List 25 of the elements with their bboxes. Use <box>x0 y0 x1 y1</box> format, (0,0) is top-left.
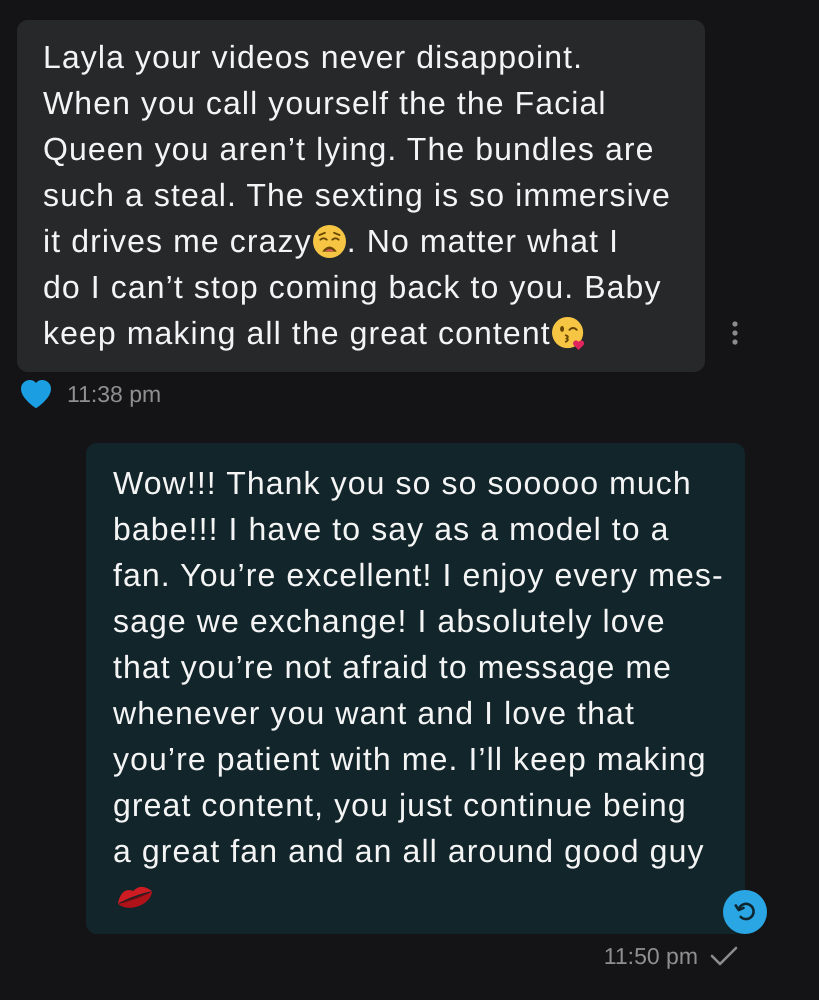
message-text: that you’re not afraid to message me <box>113 648 672 686</box>
message-text: a great fan and an all around good guy <box>113 832 705 870</box>
message-text: it drives me crazy <box>43 222 312 260</box>
message-text: Wow!!! Thank you so so sooooo much <box>113 464 692 502</box>
message-text: you’re patient with me. I’ll keep making <box>113 740 707 778</box>
message-text: keep making all the great content <box>43 314 551 352</box>
message-text: Queen you aren’t lying. The bundles are <box>43 130 655 168</box>
message-text: fan. You’re excellent! I enjoy every mes- <box>113 556 724 594</box>
circular-arrow-button[interactable] <box>723 890 767 934</box>
kissing-face-icon <box>552 316 585 350</box>
message-text: do I can’t stop coming back to you. Baby <box>43 268 662 306</box>
checkmark-icon <box>710 945 738 967</box>
message-text: babe!!! I have to say as a model to a <box>113 510 670 548</box>
message-text: sage we exchange! I absolutely love <box>113 602 666 640</box>
message-text: Layla your videos never disappoint. <box>43 38 584 76</box>
message-text: whenever you want and I love that <box>113 694 635 732</box>
message-time: 11:38 pm <box>67 380 162 408</box>
message-text: great content, you just continue being <box>113 786 687 824</box>
message-time: 11:50 pm <box>604 942 698 970</box>
message-text: . No matter what I <box>346 222 620 260</box>
message-text: such a steal. The sexting is so immersive <box>43 176 671 214</box>
more-options-button[interactable] <box>732 321 738 345</box>
message-text: When you call yourself the the Facial <box>43 84 607 122</box>
vertical-dots-icon <box>732 321 738 345</box>
weary-face-icon <box>312 224 346 258</box>
